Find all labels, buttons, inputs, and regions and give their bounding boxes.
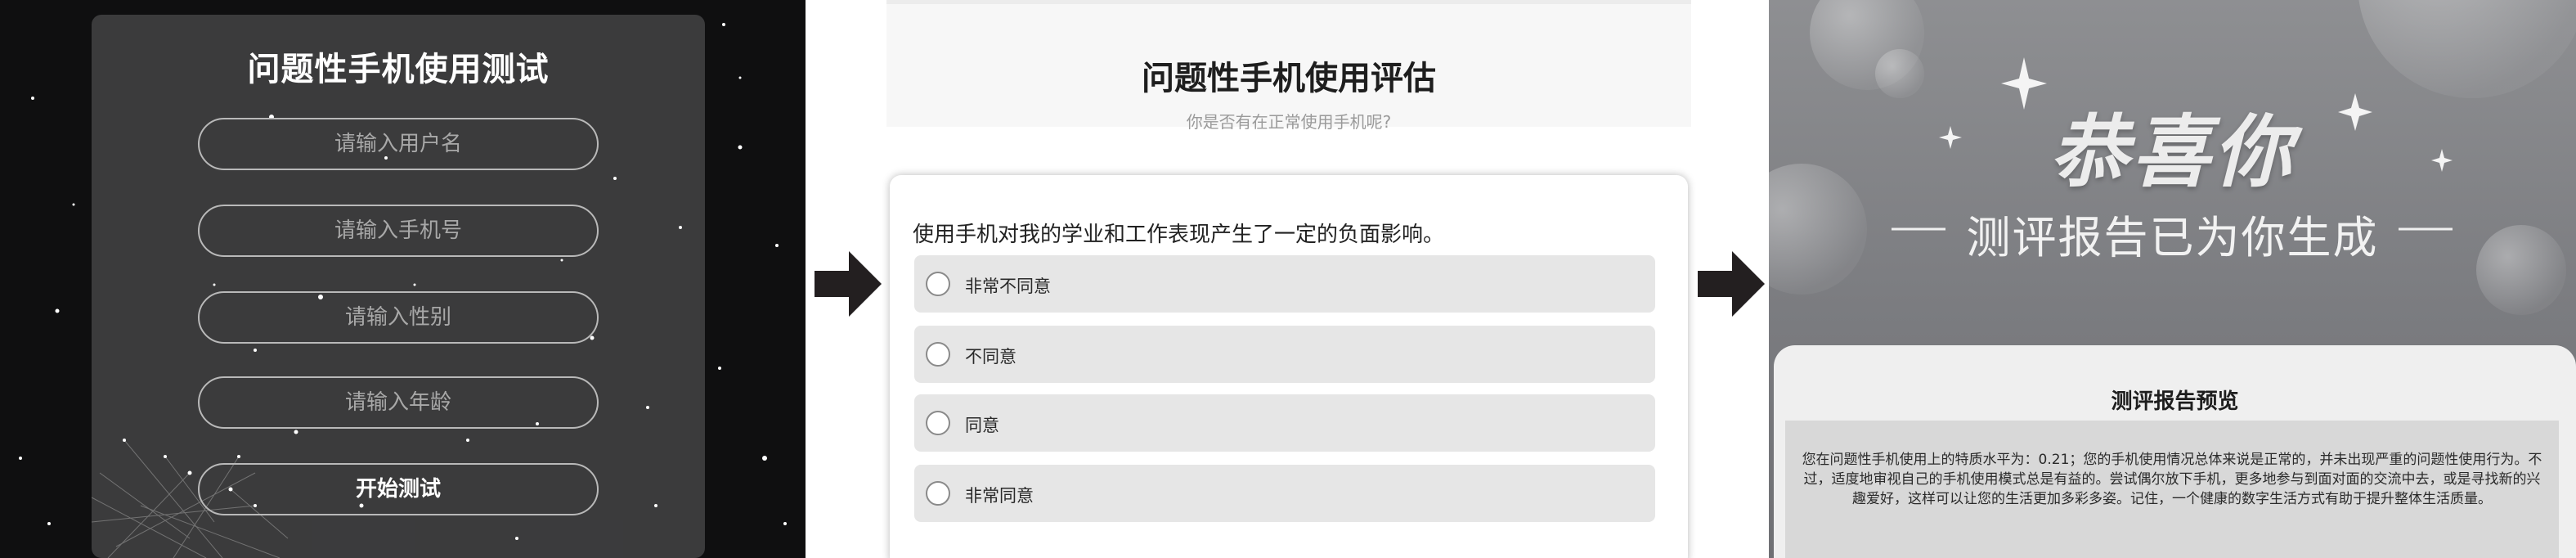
report-summary-box: 您在问题性手机使用上的特质水平为：0.21；您的手机使用情况总体来说是正常的，并… (1785, 421, 2559, 558)
phone-input[interactable]: 请输入手机号 (198, 205, 599, 257)
survey-title: 问题性手机使用评估 (1142, 60, 1436, 97)
option-disagree[interactable]: 不同意 (914, 326, 1655, 383)
radio-button[interactable] (926, 481, 950, 506)
right-arrow-icon (815, 251, 882, 317)
report-ready-subtitle: 测评报告已为你生成 (1966, 212, 2379, 263)
option-agree[interactable]: 同意 (914, 394, 1655, 452)
report-preview-card: 测评报告预览 您在问题性手机使用上的特质水平为：0.21；您的手机使用情况总体来… (1774, 345, 2576, 558)
login-card: 问题性手机使用测试 请输入用户名 请输入手机号 请输入性别 请输入年龄 开始测试 (92, 15, 705, 558)
option-label: 同意 (965, 416, 999, 435)
report-screen: 恭喜你 测评报告已为你生成 测评报告预览 您在问题性手机使用上的特质水平为：0.… (1769, 0, 2576, 558)
gender-input[interactable]: 请输入性别 (198, 291, 599, 344)
option-strongly-agree[interactable]: 非常同意 (914, 465, 1655, 522)
radio-button[interactable] (926, 411, 950, 435)
survey-subtitle: 你是否有在正常使用手机呢? (1186, 112, 1392, 132)
option-strongly-disagree[interactable]: 非常不同意 (914, 255, 1655, 313)
login-screen: 问题性手机使用测试 请输入用户名 请输入手机号 请输入性别 请输入年龄 开始测试 (0, 0, 806, 558)
right-arrow-icon (1698, 251, 1765, 317)
age-input[interactable]: 请输入年龄 (198, 376, 599, 429)
option-label: 非常不同意 (965, 277, 1051, 296)
radio-button[interactable] (926, 342, 950, 367)
survey-screen: 问题性手机使用评估 你是否有在正常使用手机呢? 使用手机对我的学业和工作表现产生… (882, 0, 1696, 558)
report-preview-title: 测评报告预览 (2111, 389, 2239, 414)
radio-button[interactable] (926, 272, 950, 296)
username-input[interactable]: 请输入用户名 (198, 118, 599, 170)
option-label: 不同意 (965, 347, 1016, 367)
login-title: 问题性手机使用测试 (247, 51, 550, 88)
survey-header: 问题性手机使用评估 你是否有在正常使用手机呢? (886, 0, 1691, 132)
congrats-heading: 恭喜你 (2049, 106, 2296, 198)
start-test-button[interactable]: 开始测试 (198, 463, 599, 515)
question-text: 使用手机对我的学业和工作表现产生了一定的负面影响。 (913, 223, 1445, 247)
report-summary-text: 您在问题性手机使用上的特质水平为：0.21；您的手机使用情况总体来说是正常的，并… (1802, 452, 2542, 507)
question-card: 使用手机对我的学业和工作表现产生了一定的负面影响。 非常不同意 不同意 同意 非… (890, 175, 1688, 558)
option-label: 非常同意 (965, 486, 1034, 506)
